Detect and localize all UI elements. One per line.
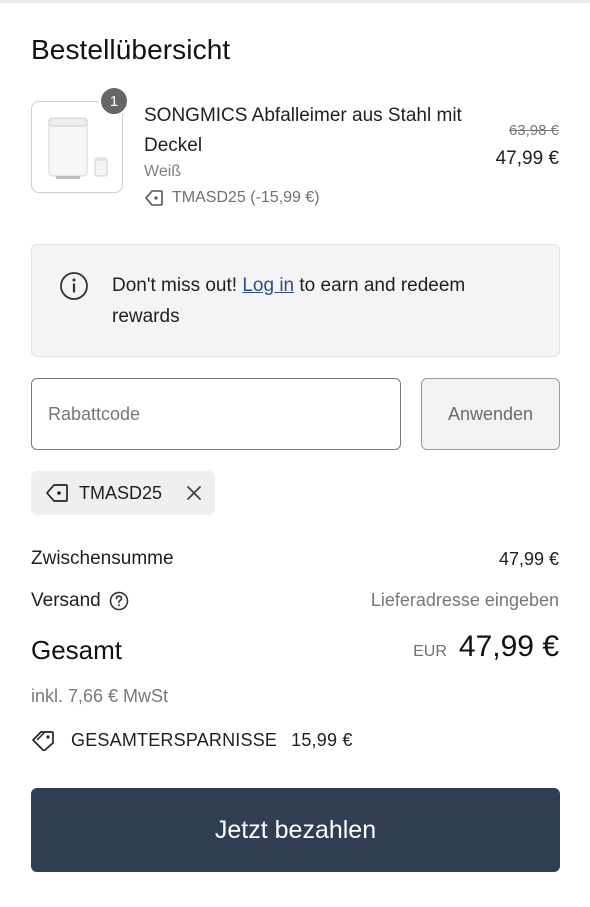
login-link[interactable]: Log in bbox=[242, 275, 294, 296]
currency-code: EUR bbox=[413, 643, 447, 660]
rewards-info-text: Don't miss out! Log in to earn and redee… bbox=[112, 270, 532, 332]
trash-bin-image bbox=[48, 117, 108, 179]
savings-tag-icon bbox=[32, 731, 54, 751]
close-icon bbox=[187, 486, 201, 500]
product-discount-line: TMASD25 (-15,99 €) bbox=[144, 189, 320, 207]
product-variant: Weiß bbox=[144, 163, 182, 180]
subtotal-label: Zwischensumme bbox=[31, 548, 174, 569]
shipping-label: Versand bbox=[31, 590, 129, 612]
subtotal-value: 47,99 € bbox=[498, 549, 559, 569]
price-original: 63,98 € bbox=[508, 122, 559, 139]
help-icon[interactable] bbox=[109, 591, 129, 611]
top-divider bbox=[0, 0, 590, 3]
applied-code-text: TMASD25 bbox=[79, 482, 163, 503]
info-icon bbox=[60, 272, 88, 300]
pay-now-button[interactable]: Jetzt bezahlen bbox=[31, 788, 560, 872]
product-name: SONGMICS Abfalleimer aus Stahl mit Decke… bbox=[144, 105, 462, 156]
page-title: Bestellübersicht bbox=[31, 34, 231, 65]
total-label: Gesamt bbox=[31, 635, 123, 665]
product-discount-text: TMASD25 (-15,99 €) bbox=[172, 189, 320, 206]
savings-label: GESAMTERSPARNISSE bbox=[71, 729, 278, 750]
price-current: 47,99 € bbox=[495, 148, 559, 169]
applied-code-chip: TMASD25 bbox=[31, 471, 215, 515]
shipping-label-text: Versand bbox=[31, 590, 101, 611]
shipping-value: Lieferadresse eingeben bbox=[370, 590, 559, 610]
quantity-badge: 1 bbox=[99, 86, 129, 116]
savings-value: 15,99 € bbox=[291, 729, 353, 750]
rewards-info-box: Don't miss out! Log in to earn and redee… bbox=[31, 244, 560, 357]
info-text-before: Don't miss out! bbox=[112, 275, 243, 296]
tag-icon bbox=[46, 484, 68, 502]
apply-button[interactable]: Anwenden bbox=[421, 378, 560, 450]
total-amount: 47,99 € bbox=[458, 630, 559, 663]
tax-note: inkl. 7,66 € MwSt bbox=[31, 686, 169, 706]
total-savings: GESAMTERSPARNISSE 15,99 € bbox=[31, 729, 353, 751]
remove-code-button[interactable] bbox=[184, 483, 204, 503]
total-value: EUR 47,99 € bbox=[413, 630, 559, 664]
tag-icon bbox=[145, 190, 163, 206]
discount-code-input[interactable] bbox=[31, 378, 401, 450]
